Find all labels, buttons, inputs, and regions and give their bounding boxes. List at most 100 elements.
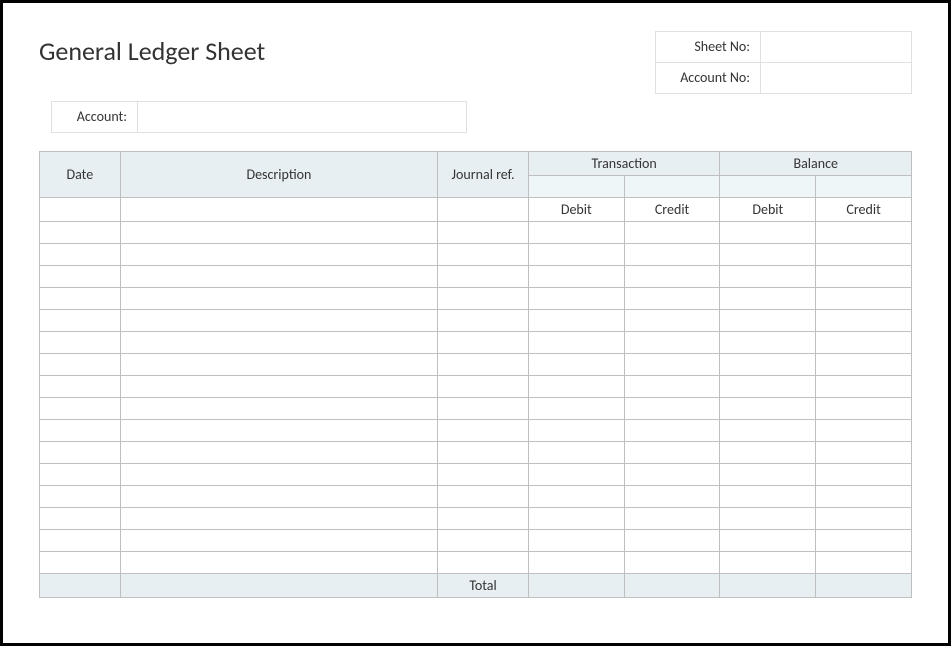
cell-description[interactable] xyxy=(120,310,438,332)
cell-date[interactable] xyxy=(40,354,121,376)
cell-b_debit[interactable] xyxy=(720,288,816,310)
empty-cell[interactable] xyxy=(120,198,438,222)
cell-t_credit[interactable] xyxy=(624,310,720,332)
cell-t_debit[interactable] xyxy=(528,530,624,552)
cell-description[interactable] xyxy=(120,332,438,354)
cell-journal_ref[interactable] xyxy=(438,244,529,266)
cell-date[interactable] xyxy=(40,310,121,332)
cell-journal_ref[interactable] xyxy=(438,486,529,508)
cell-date[interactable] xyxy=(40,442,121,464)
empty-cell[interactable] xyxy=(40,198,121,222)
cell-b_debit[interactable] xyxy=(720,464,816,486)
cell-b_debit[interactable] xyxy=(720,508,816,530)
cell-journal_ref[interactable] xyxy=(438,420,529,442)
cell-b_debit[interactable] xyxy=(720,530,816,552)
cell-t_debit[interactable] xyxy=(528,376,624,398)
cell-t_debit[interactable] xyxy=(528,420,624,442)
cell-date[interactable] xyxy=(40,288,121,310)
empty-cell[interactable] xyxy=(438,198,529,222)
cell-b_credit[interactable] xyxy=(816,508,912,530)
cell-t_credit[interactable] xyxy=(624,552,720,574)
cell-b_credit[interactable] xyxy=(816,442,912,464)
cell-journal_ref[interactable] xyxy=(438,222,529,244)
cell-b_credit[interactable] xyxy=(816,354,912,376)
cell-b_debit[interactable] xyxy=(720,332,816,354)
cell-t_credit[interactable] xyxy=(624,420,720,442)
cell-b_debit[interactable] xyxy=(720,222,816,244)
cell-date[interactable] xyxy=(40,244,121,266)
cell-journal_ref[interactable] xyxy=(438,288,529,310)
cell-t_credit[interactable] xyxy=(624,222,720,244)
cell-b_debit[interactable] xyxy=(720,442,816,464)
cell-b_credit[interactable] xyxy=(816,464,912,486)
cell-b_debit[interactable] xyxy=(720,266,816,288)
cell-t_credit[interactable] xyxy=(624,508,720,530)
cell-b_debit[interactable] xyxy=(720,244,816,266)
cell-t_credit[interactable] xyxy=(624,288,720,310)
cell-journal_ref[interactable] xyxy=(438,310,529,332)
cell-b_credit[interactable] xyxy=(816,376,912,398)
cell-t_debit[interactable] xyxy=(528,552,624,574)
cell-t_debit[interactable] xyxy=(528,266,624,288)
cell-date[interactable] xyxy=(40,332,121,354)
cell-b_credit[interactable] xyxy=(816,420,912,442)
cell-description[interactable] xyxy=(120,464,438,486)
cell-b_debit[interactable] xyxy=(720,376,816,398)
cell-date[interactable] xyxy=(40,266,121,288)
cell-b_credit[interactable] xyxy=(816,332,912,354)
cell-t_debit[interactable] xyxy=(528,332,624,354)
cell-description[interactable] xyxy=(120,508,438,530)
cell-t_credit[interactable] xyxy=(624,398,720,420)
cell-date[interactable] xyxy=(40,530,121,552)
cell-description[interactable] xyxy=(120,266,438,288)
cell-b_debit[interactable] xyxy=(720,420,816,442)
cell-t_debit[interactable] xyxy=(528,508,624,530)
cell-b_credit[interactable] xyxy=(816,552,912,574)
cell-t_debit[interactable] xyxy=(528,244,624,266)
cell-b_credit[interactable] xyxy=(816,486,912,508)
cell-t_credit[interactable] xyxy=(624,244,720,266)
cell-date[interactable] xyxy=(40,464,121,486)
cell-t_debit[interactable] xyxy=(528,222,624,244)
cell-journal_ref[interactable] xyxy=(438,464,529,486)
cell-b_debit[interactable] xyxy=(720,398,816,420)
cell-date[interactable] xyxy=(40,552,121,574)
cell-journal_ref[interactable] xyxy=(438,508,529,530)
cell-date[interactable] xyxy=(40,420,121,442)
cell-journal_ref[interactable] xyxy=(438,442,529,464)
cell-description[interactable] xyxy=(120,486,438,508)
cell-b_debit[interactable] xyxy=(720,310,816,332)
cell-journal_ref[interactable] xyxy=(438,552,529,574)
cell-b_credit[interactable] xyxy=(816,244,912,266)
cell-t_debit[interactable] xyxy=(528,354,624,376)
cell-description[interactable] xyxy=(120,530,438,552)
cell-b_credit[interactable] xyxy=(816,310,912,332)
cell-journal_ref[interactable] xyxy=(438,398,529,420)
cell-t_credit[interactable] xyxy=(624,332,720,354)
cell-description[interactable] xyxy=(120,222,438,244)
cell-description[interactable] xyxy=(120,376,438,398)
cell-b_debit[interactable] xyxy=(720,552,816,574)
cell-date[interactable] xyxy=(40,222,121,244)
cell-description[interactable] xyxy=(120,420,438,442)
cell-journal_ref[interactable] xyxy=(438,376,529,398)
cell-description[interactable] xyxy=(120,288,438,310)
cell-description[interactable] xyxy=(120,442,438,464)
cell-b_debit[interactable] xyxy=(720,486,816,508)
cell-t_credit[interactable] xyxy=(624,486,720,508)
cell-description[interactable] xyxy=(120,552,438,574)
cell-date[interactable] xyxy=(40,508,121,530)
cell-b_credit[interactable] xyxy=(816,288,912,310)
cell-date[interactable] xyxy=(40,398,121,420)
cell-t_debit[interactable] xyxy=(528,310,624,332)
cell-t_debit[interactable] xyxy=(528,398,624,420)
cell-journal_ref[interactable] xyxy=(438,266,529,288)
cell-journal_ref[interactable] xyxy=(438,530,529,552)
sheet-no-value[interactable] xyxy=(761,32,911,62)
cell-journal_ref[interactable] xyxy=(438,354,529,376)
cell-description[interactable] xyxy=(120,398,438,420)
cell-t_credit[interactable] xyxy=(624,266,720,288)
cell-t_debit[interactable] xyxy=(528,442,624,464)
cell-journal_ref[interactable] xyxy=(438,332,529,354)
cell-b_credit[interactable] xyxy=(816,530,912,552)
